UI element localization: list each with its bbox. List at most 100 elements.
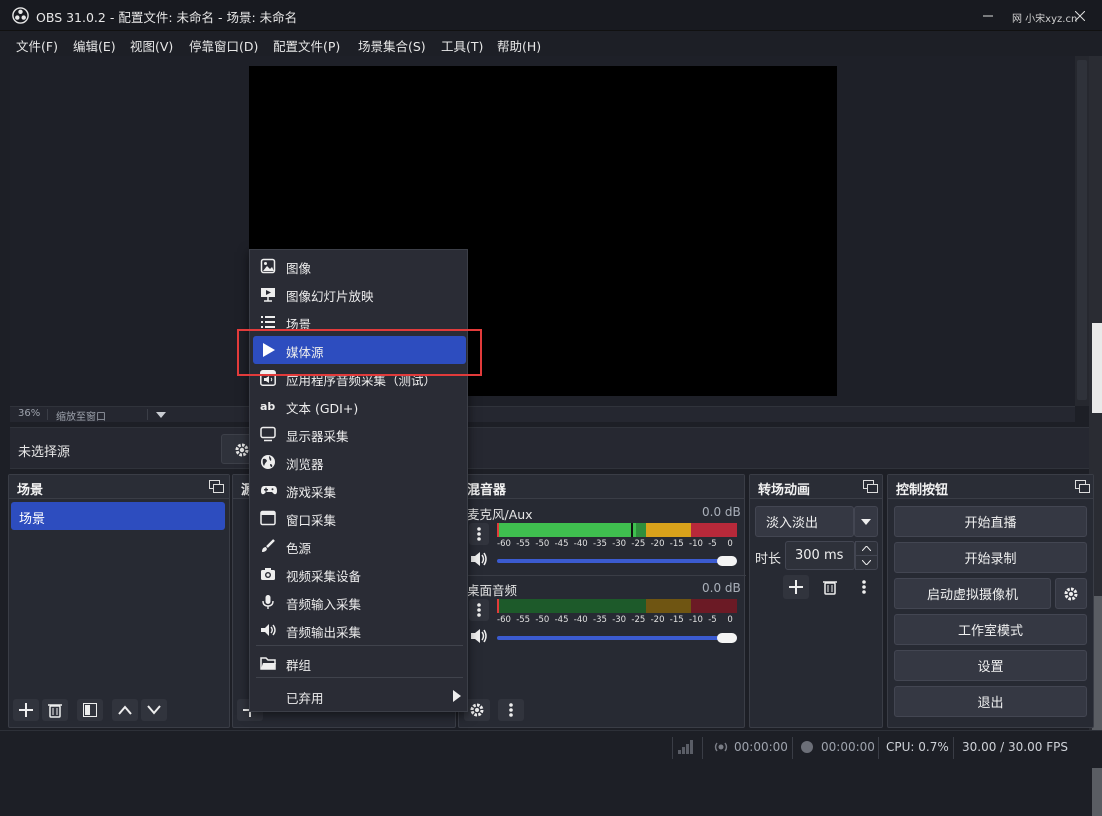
meter-clip-indicator [497,523,499,537]
speaker-icon [260,622,276,638]
settings-button[interactable]: 设置 [894,650,1087,681]
brush-icon [260,538,276,554]
meter-tick-label: -30 [612,615,627,625]
chevron-up-icon [862,546,871,551]
menu-item-submenu-arrow[interactable]: 已弃用 [253,682,466,710]
start-virtual-camera-button[interactable]: 启动虚拟摄像机 [894,578,1051,609]
status-separator [702,737,703,759]
transition-select-dropdown[interactable] [854,506,878,537]
studio-mode-button[interactable]: 工作室模式 [894,614,1087,645]
duration-decrease-button[interactable] [855,555,878,570]
undock-icon[interactable] [1075,480,1090,493]
menu-item-window[interactable]: 窗口采集 [253,504,466,532]
menu-item-folder[interactable]: 群组 [253,649,466,677]
start-virtual-camera-label: 启动虚拟摄像机 [926,588,1018,603]
transitions-dock-title: 转场动画 [758,483,811,498]
undock-icon[interactable] [209,480,224,493]
meter-segment [497,523,646,537]
start-streaming-button[interactable]: 开始直播 [894,506,1087,537]
status-separator [878,737,879,759]
menu-item-globe[interactable]: 浏览器 [253,448,466,476]
meter-segment [497,599,646,613]
move-scene-down-button[interactable] [141,699,167,721]
undock-icon[interactable] [863,480,878,493]
speaker-icon[interactable] [469,627,489,645]
volume-slider[interactable] [497,559,737,563]
menu-profile[interactable]: 配置文件(P) [273,36,340,55]
meter-tick-label: -40 [573,539,588,549]
channel-menu-button[interactable] [469,523,489,545]
meter-segment [636,523,646,537]
submenu-arrow-icon [453,690,469,706]
transition-select[interactable]: 淡入淡出 [755,506,854,537]
add-scene-button[interactable] [13,699,39,721]
menu-item-brush[interactable]: 色源 [253,532,466,560]
remove-scene-button[interactable] [42,699,68,721]
chevron-down-icon [862,560,871,565]
trash-icon [823,581,837,595]
menu-file[interactable]: 文件(F) [16,36,58,55]
menu-item-label: 图像 [286,261,312,276]
menu-item-gamepad[interactable]: 游戏采集 [253,476,466,504]
volume-slider[interactable] [497,636,737,640]
add-transition-button[interactable] [783,575,809,599]
menu-docks[interactable]: 停靠窗口(D) [189,36,258,55]
folder-icon [260,655,276,671]
meter-tick-label: -45 [554,615,569,625]
meter-tick-label: -50 [535,615,550,625]
move-scene-up-button[interactable] [112,699,138,721]
menu-item-image[interactable]: 图像 [253,252,466,280]
remove-transition-button[interactable] [817,575,843,599]
menu-item-camera[interactable]: 视频采集设备 [253,560,466,588]
menu-scene-collection[interactable]: 场景集合(S) [358,36,426,55]
close-button[interactable] [1058,0,1102,31]
transitions-dock: 转场动画 淡入淡出 时长 300 ms [749,474,883,728]
channel-menu-button[interactable] [469,599,489,621]
kebab-icon [477,603,481,617]
menu-item-slideshow[interactable]: 图像幻灯片放映 [253,280,466,308]
start-recording-button[interactable]: 开始录制 [894,542,1087,573]
meter-peak-marker [631,523,634,537]
fps-readout: 30.00 / 30.00 FPS [962,740,1068,754]
scene-list-item[interactable]: 场景 [11,502,225,530]
network-signal-icon [678,740,694,754]
kebab-icon [477,527,481,541]
menu-item-label: 音频输出采集 [286,625,362,640]
scenes-dock: 场景 场景 [8,474,230,728]
menu-tools[interactable]: 工具(T) [441,36,483,55]
menu-separator [256,645,463,646]
minimize-button[interactable] [966,0,1010,31]
menu-help[interactable]: 帮助(H) [497,36,541,55]
scene-item-label: 场景 [19,512,46,527]
scrollbar-thumb[interactable] [1077,60,1087,400]
menu-edit[interactable]: 编辑(E) [73,36,116,55]
meter-tick-label: -25 [631,539,646,549]
menu-item-label: 窗口采集 [286,513,337,528]
meter-tick-label: -15 [669,539,684,549]
no-source-label: 未选择源 [18,445,71,460]
volume-slider-handle[interactable] [717,556,737,566]
meter-tick-label: 0 [727,539,733,549]
mixer-dock-title: 混音器 [467,483,507,498]
studio-mode-label: 工作室模式 [957,624,1023,639]
virtual-camera-settings-button[interactable] [1055,578,1087,609]
volume-slider-handle[interactable] [717,633,737,643]
menu-item-label: 文本 (GDI+) [286,401,359,416]
trash-icon [48,704,62,718]
menu-view[interactable]: 视图(V) [130,36,173,55]
speaker-icon[interactable] [469,550,489,568]
menu-item-text[interactable]: ab 文本 (GDI+) [253,392,466,420]
zoom-mode-select[interactable]: 缩放至窗口 [56,408,106,423]
menu-item-speaker[interactable]: 音频输出采集 [253,616,466,644]
duration-spinbox[interactable]: 300 ms [785,541,855,570]
chevron-down-icon[interactable] [156,412,166,418]
transition-select-value: 淡入淡出 [766,516,819,531]
duration-increase-button[interactable] [855,541,878,556]
exit-button[interactable]: 退出 [894,686,1087,717]
mixer-menu-button[interactable] [498,699,524,721]
menu-item-monitor[interactable]: 显示器采集 [253,420,466,448]
scene-filters-button[interactable] [77,699,103,721]
transition-menu-button[interactable] [851,575,877,599]
preview-scrollbar[interactable] [1075,56,1089,406]
menu-item-microphone[interactable]: 音频输入采集 [253,588,466,616]
